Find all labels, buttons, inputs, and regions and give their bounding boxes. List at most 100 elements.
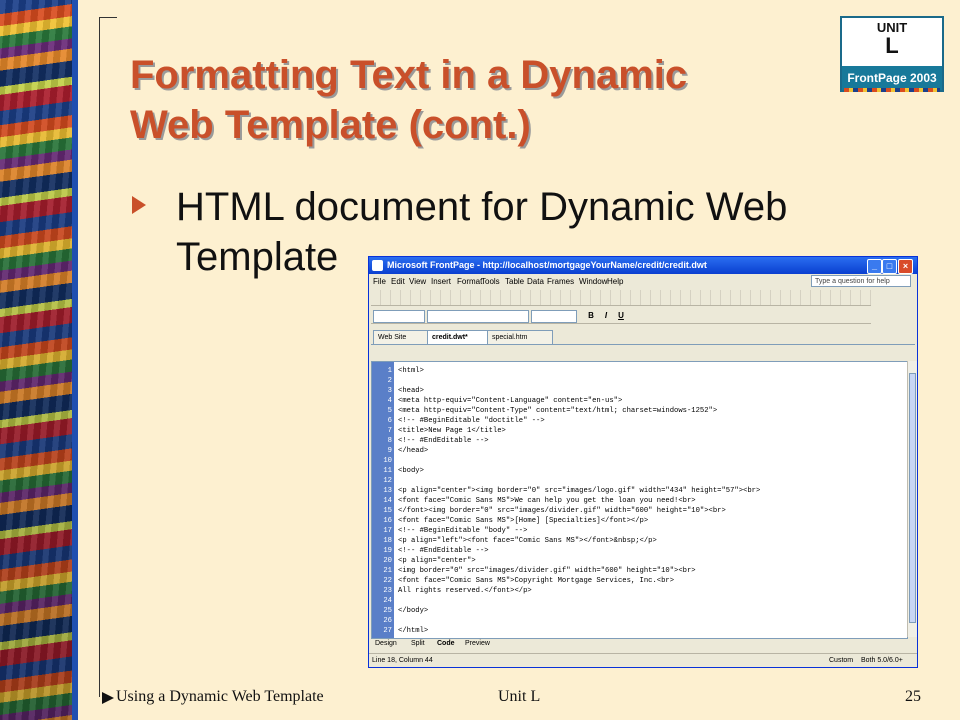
code-line: 6 <!-- #BeginEditable "doctitle" -->: [372, 416, 902, 426]
code-line: 8 <!-- #EndEditable -->: [372, 436, 902, 446]
frame-line-vertical: [99, 17, 100, 697]
code-text: </head>: [398, 447, 429, 455]
code-text: <head>: [398, 387, 424, 395]
menu-item-frames[interactable]: Frames: [547, 274, 574, 289]
slide-title-line-1: Formatting Text in a Dynamic: [130, 53, 688, 97]
code-text: <html>: [398, 367, 424, 375]
italic-button[interactable]: I: [600, 310, 612, 321]
slide-footer: Using a Dynamic Web Template Unit L 25: [0, 688, 960, 714]
line-number: 24: [383, 597, 392, 605]
maximize-button[interactable]: □: [882, 259, 897, 274]
view-tab-split[interactable]: Split: [411, 638, 425, 650]
code-line: 13 <p align="center"><img border="0" src=…: [372, 486, 902, 496]
code-line: 9 </head>: [372, 446, 902, 456]
line-number: 12: [383, 477, 392, 485]
line-number: 8: [387, 437, 392, 445]
code-text: <img border="0" src="images/divider.gif"…: [398, 567, 696, 575]
logo-art-stripe: [844, 88, 940, 92]
menu-item-help[interactable]: Help: [607, 274, 623, 289]
code-text: </html>: [398, 627, 429, 635]
unit-logo-product: FrontPage 2003: [842, 66, 942, 90]
view-tab-preview[interactable]: Preview: [465, 638, 490, 650]
code-line: 16 <font face="Comic Sans MS">[Home] [Spe…: [372, 516, 902, 526]
footer-page-number: 25: [905, 688, 921, 705]
code-text: <p align="center"><img border="0" src="i…: [398, 487, 761, 495]
code-line: 5 <meta http-equiv="Content-Type" content…: [372, 406, 902, 416]
code-line: 20 <p align="center">: [372, 556, 902, 566]
view-tab-code[interactable]: Code: [437, 638, 455, 650]
footer-arrow-icon: [102, 692, 114, 704]
menu-item-tools[interactable]: Tools: [481, 274, 500, 289]
bold-button[interactable]: B: [585, 310, 597, 321]
code-editor[interactable]: 1 <html> 2 3 <head> 4 <meta http-equiv="Conten…: [371, 361, 908, 639]
menu-item-insert[interactable]: Insert: [431, 274, 451, 289]
line-number: 18: [383, 537, 392, 545]
line-number: 5: [387, 407, 392, 415]
view-tab-design[interactable]: Design: [375, 638, 397, 650]
status-mode: Custom: [829, 657, 854, 664]
menu-item-data[interactable]: Data: [527, 274, 544, 289]
status-bar: Line 18, Column 44 Custom Both 5.0/6.0+: [369, 653, 917, 667]
close-button[interactable]: ×: [898, 259, 913, 274]
code-text: <!-- #BeginEditable "doctitle" -->: [398, 417, 545, 425]
line-number: 26: [383, 617, 392, 625]
code-text: </font><img border="0" src="images/divid…: [398, 507, 726, 515]
code-text: <meta http-equiv="Content-Language" cont…: [398, 397, 623, 405]
formatting-toolbar: B I U: [371, 308, 871, 324]
menu-item-window[interactable]: Window: [579, 274, 607, 289]
decorative-art-strip: [0, 0, 78, 720]
art-strip-edge: [72, 0, 78, 720]
window-titlebar: Microsoft FrontPage - http://localhost/m…: [369, 257, 917, 274]
code-text: <!-- #EndEditable -->: [398, 547, 489, 555]
menu-item-edit[interactable]: Edit: [391, 274, 405, 289]
underline-button[interactable]: U: [615, 310, 627, 321]
menu-item-file[interactable]: File: [373, 274, 386, 289]
code-line: 11 <body>: [372, 466, 902, 476]
standard-toolbar[interactable]: [371, 290, 871, 306]
line-number: 27: [383, 627, 392, 635]
font-size-dropdown[interactable]: [531, 310, 577, 323]
code-text: <font face="Comic Sans MS">Copyright Mor…: [398, 577, 675, 585]
line-number: 16: [383, 517, 392, 525]
code-line: 3 <head>: [372, 386, 902, 396]
code-line: 27 </html>: [372, 626, 902, 636]
help-search-input[interactable]: Type a question for help: [811, 275, 911, 287]
code-line: 17 <!-- #BeginEditable "body" -->: [372, 526, 902, 536]
window-title: Microsoft FrontPage - http://localhost/m…: [387, 260, 707, 270]
style-dropdown[interactable]: [373, 310, 425, 323]
status-cursor-position: Line 18, Column 44: [372, 657, 433, 664]
menu-item-view[interactable]: View: [409, 274, 426, 289]
line-number: 13: [383, 487, 392, 495]
font-dropdown[interactable]: [427, 310, 529, 323]
line-number: 9: [387, 447, 392, 455]
scrollbar-thumb[interactable]: [909, 373, 916, 623]
tab-credit-dwt[interactable]: credit.dwt*: [427, 330, 489, 344]
unit-logo-letter: L: [885, 33, 899, 58]
code-text: <font face="Comic Sans MS">We can help y…: [398, 497, 696, 505]
code-text: </body>: [398, 607, 429, 615]
tab-special-htm[interactable]: special.htm: [487, 330, 553, 344]
code-text: <!-- #BeginEditable "body" -->: [398, 527, 528, 535]
line-number: 6: [387, 417, 392, 425]
document-tabs: Web Site credit.dwt* special.htm: [371, 329, 915, 345]
code-line: 1 <html>: [372, 366, 902, 376]
minimize-button[interactable]: _: [867, 259, 882, 274]
status-browser-compat: Both 5.0/6.0+: [861, 657, 903, 664]
line-number: 11: [383, 467, 392, 475]
code-line: 15 </font><img border="0" src="images/div…: [372, 506, 902, 516]
code-line: 4 <meta http-equiv="Content-Language" con…: [372, 396, 902, 406]
code-line: 25 </body>: [372, 606, 902, 616]
code-text: <p align="left"><font face="Comic Sans M…: [398, 537, 657, 545]
slide: Formatting Text in a Dynamic Web Templat…: [0, 0, 960, 720]
code-line: 19 <!-- #EndEditable -->: [372, 546, 902, 556]
line-number: 21: [383, 567, 392, 575]
code-line: 23 All rights reserved.</font></p>: [372, 586, 902, 596]
menu-item-table[interactable]: Table: [505, 274, 524, 289]
code-line: 24: [372, 596, 902, 606]
line-number: 23: [383, 587, 392, 595]
tab-web-site[interactable]: Web Site: [373, 330, 431, 344]
line-number: 10: [383, 457, 392, 465]
vertical-scrollbar[interactable]: [907, 361, 917, 637]
menu-item-format[interactable]: Format: [457, 274, 482, 289]
view-tabs: Design Split Code Preview: [371, 638, 915, 650]
